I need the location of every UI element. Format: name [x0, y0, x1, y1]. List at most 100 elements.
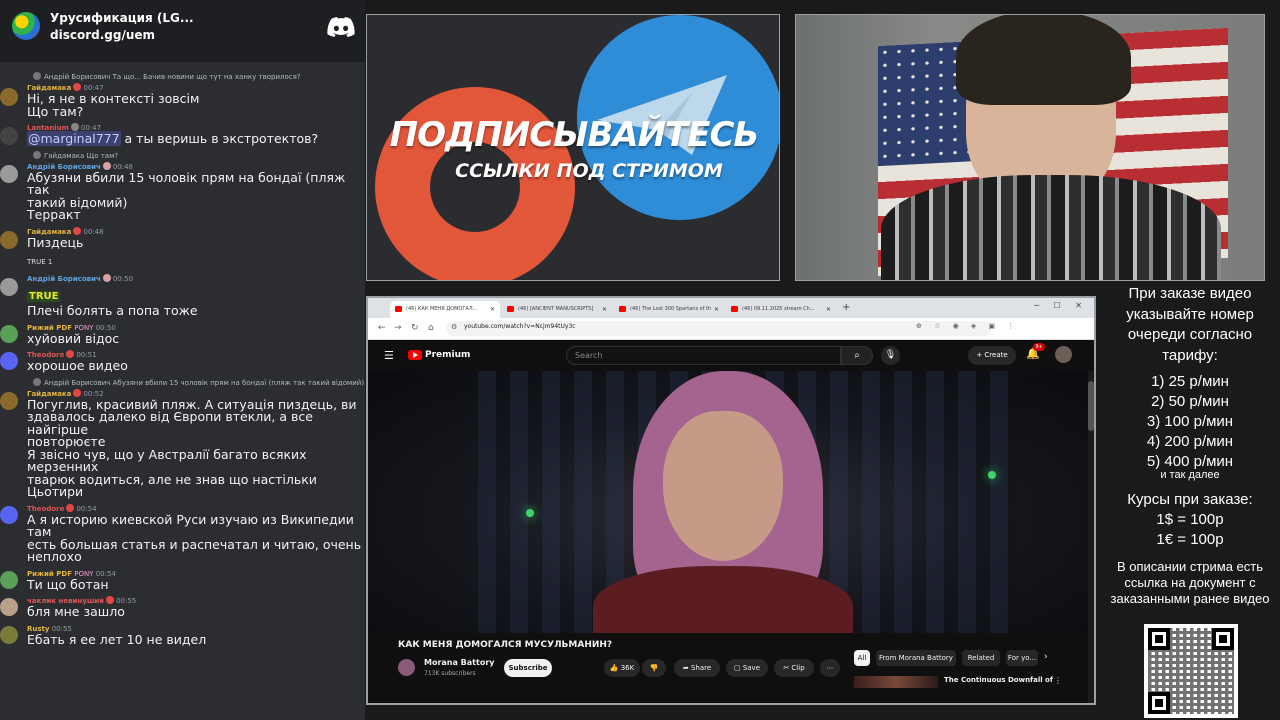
chevron-right-icon[interactable]: › — [1044, 652, 1048, 662]
video-subject-body — [593, 566, 853, 633]
avatar[interactable] — [0, 324, 18, 343]
chat-message: Андрій Борисович Абузяни вбили 15 чолові… — [0, 378, 365, 499]
video-subject-face — [663, 411, 783, 561]
chip-from-channel[interactable]: From Morana Battory — [876, 650, 956, 666]
video-player[interactable] — [368, 371, 1088, 633]
create-button[interactable]: + Create — [968, 346, 1016, 365]
reply-preview[interactable]: Андрій Борисович Абузяни вбили 15 чолові… — [27, 378, 365, 389]
menu-icon[interactable]: ☰ — [384, 349, 394, 362]
video-light — [988, 471, 996, 479]
message-line: бля мне зашло — [27, 604, 125, 619]
home-icon[interactable]: ⌂ — [428, 323, 434, 333]
scrollbar[interactable] — [1088, 371, 1094, 703]
rate-item: 4) 200 р/мин — [1146, 433, 1234, 450]
chat-message: Theodore 00:51 хорошое видео — [0, 350, 365, 373]
chat-message: Rusty 00:55 Ебать я ее лет 10 не видел — [0, 624, 365, 647]
order-info-panel: При заказе видео указывайте номер очеред… — [1100, 284, 1280, 720]
streamer-hair — [956, 15, 1131, 105]
reply-preview[interactable]: Гайдамака Що там? — [27, 151, 365, 162]
like-button[interactable]: 👍 36K — [604, 659, 640, 677]
chat-message: Гайдамака Що там? Андрій Борисович 00:48 … — [0, 151, 365, 222]
subscribe-button[interactable]: Subscribe — [504, 659, 552, 677]
dislike-icon[interactable]: 👎 — [642, 659, 666, 677]
recommended-thumbnail[interactable] — [854, 676, 938, 688]
message-line: неплохо — [27, 549, 82, 564]
browser-tab[interactable]: (46) The Lost 300 Spartans of th ✕ — [614, 301, 724, 318]
message-line: Я звісно чув, що у Австралії багато всяк… — [27, 446, 307, 474]
avatar[interactable] — [0, 352, 18, 370]
chip-all[interactable]: All — [854, 650, 870, 666]
user-mention[interactable]: @marginal777 — [27, 131, 121, 146]
chat-message: Гайдамака 00:48 Пиздець TRUE 1 — [0, 226, 365, 269]
message-line: Терракт — [27, 207, 81, 222]
reload-icon[interactable]: ↻ — [411, 323, 419, 333]
promo-subtitle: ССЫЛКИ ПОД СТРИМОМ — [455, 160, 723, 182]
new-tab-button[interactable]: + — [842, 302, 850, 313]
account-avatar[interactable] — [1055, 346, 1072, 363]
tab-bar: (46) КАК МЕНЯ ДОМОГАЛ... ✕ (46) [ANCIENT … — [368, 298, 1094, 318]
server-icon[interactable] — [12, 12, 40, 40]
browser-tab[interactable]: (46) [ANCIENT MANUSCRIPTS] ✕ — [502, 301, 612, 318]
window-controls[interactable]: ─ ☐ ✕ — [1034, 301, 1088, 310]
role-badge-icon — [73, 388, 82, 397]
qr-finder — [1148, 692, 1170, 714]
discord-logo-icon — [327, 17, 355, 37]
avatar[interactable] — [0, 230, 18, 249]
message-text: а ты веришь в экстротектов? — [120, 131, 319, 146]
browser-tab[interactable]: (46) КАК МЕНЯ ДОМОГАЛ... ✕ — [390, 301, 500, 318]
message-line: Плечі болять а попа тоже — [27, 303, 198, 318]
channel-avatar[interactable] — [398, 659, 415, 676]
reaction-chip[interactable]: TRUE 1 — [27, 258, 52, 266]
server-invite-link[interactable]: discord.gg/uem — [50, 28, 155, 42]
exchange-title: Курсы при заказе: — [1127, 491, 1253, 508]
browser-tab[interactable]: (46) 09.11.2025 stream Ch... ✕ — [726, 301, 836, 318]
subscriber-count: 713K subscribers — [424, 670, 476, 677]
avatar[interactable] — [0, 505, 18, 524]
order-instructions: При заказе видео указывайте номер очеред… — [1126, 285, 1254, 364]
message-line: Цьотири — [27, 484, 84, 499]
message-line: Пиздець — [27, 234, 84, 250]
avatar[interactable] — [0, 391, 18, 410]
message-line: Абузяни вбили 15 чоловік прям на бондаї … — [27, 169, 346, 197]
rate-list: 1) 25 р/мин 2) 50 р/мин 3) 100 р/мин 4) … — [1100, 372, 1280, 472]
extension-icons[interactable]: ⊕ ☆ ◉ ◈ ▣ ⋮ — [916, 322, 1019, 330]
clip-button[interactable]: ✂ Clip — [774, 659, 814, 677]
streamer-shirt — [881, 175, 1221, 280]
message-line: Що там? — [27, 103, 84, 119]
avatar[interactable] — [0, 278, 18, 296]
channel-name[interactable]: Morana Battory — [424, 658, 494, 667]
address-bar: ← → ↻ ⌂ ⚙ youtube.com/watch?v=Ncjm94tUy3… — [368, 318, 1094, 340]
save-button[interactable]: ▢ Save — [726, 659, 768, 677]
role-badge-icon — [106, 596, 115, 604]
role-badge-icon — [73, 226, 82, 235]
avatar[interactable] — [0, 88, 18, 106]
webcam-feed — [795, 14, 1265, 281]
search-icon[interactable]: ⌕ — [841, 346, 873, 365]
scrollbar-thumb[interactable] — [1088, 381, 1094, 431]
url-field[interactable]: ⚙ youtube.com/watch?v=Ncjm94tUy3c — [446, 321, 991, 336]
avatar[interactable] — [0, 164, 18, 183]
exchange-rate-eur: 1€ = 100р — [1156, 531, 1224, 548]
avatar[interactable] — [0, 570, 18, 589]
chip-related[interactable]: Related — [962, 650, 1000, 666]
youtube-logo-icon[interactable] — [408, 350, 422, 360]
reply-preview[interactable]: Андрій Борисович Та що... Бачив новини щ… — [27, 72, 365, 83]
avatar[interactable] — [0, 598, 18, 616]
back-icon[interactable]: ← — [378, 323, 386, 333]
share-button[interactable]: ➦ Share — [674, 659, 720, 677]
rate-item: 2) 50 р/мин — [1151, 393, 1229, 410]
recommended-title[interactable]: The Continuous Downfall of — [944, 676, 1053, 684]
message-line: Ебать я ее лет 10 не видел — [27, 631, 207, 647]
microphone-icon[interactable]: 🎙 — [881, 346, 900, 365]
chip-for-you[interactable]: For yo... — [1006, 650, 1038, 666]
qr-code-image[interactable] — [1144, 624, 1238, 718]
search-input[interactable]: Search — [566, 346, 841, 365]
site-info-icon[interactable]: ⚙ — [451, 323, 457, 331]
avatar[interactable] — [0, 625, 18, 644]
more-options-icon[interactable]: ⋮ — [1054, 676, 1062, 685]
author-name[interactable]: Андрій Борисович — [27, 275, 101, 283]
avatar[interactable] — [0, 127, 18, 145]
forward-icon[interactable]: → — [394, 323, 402, 333]
role-badge-icon — [66, 350, 75, 358]
more-actions-icon[interactable]: ⋯ — [820, 659, 840, 677]
